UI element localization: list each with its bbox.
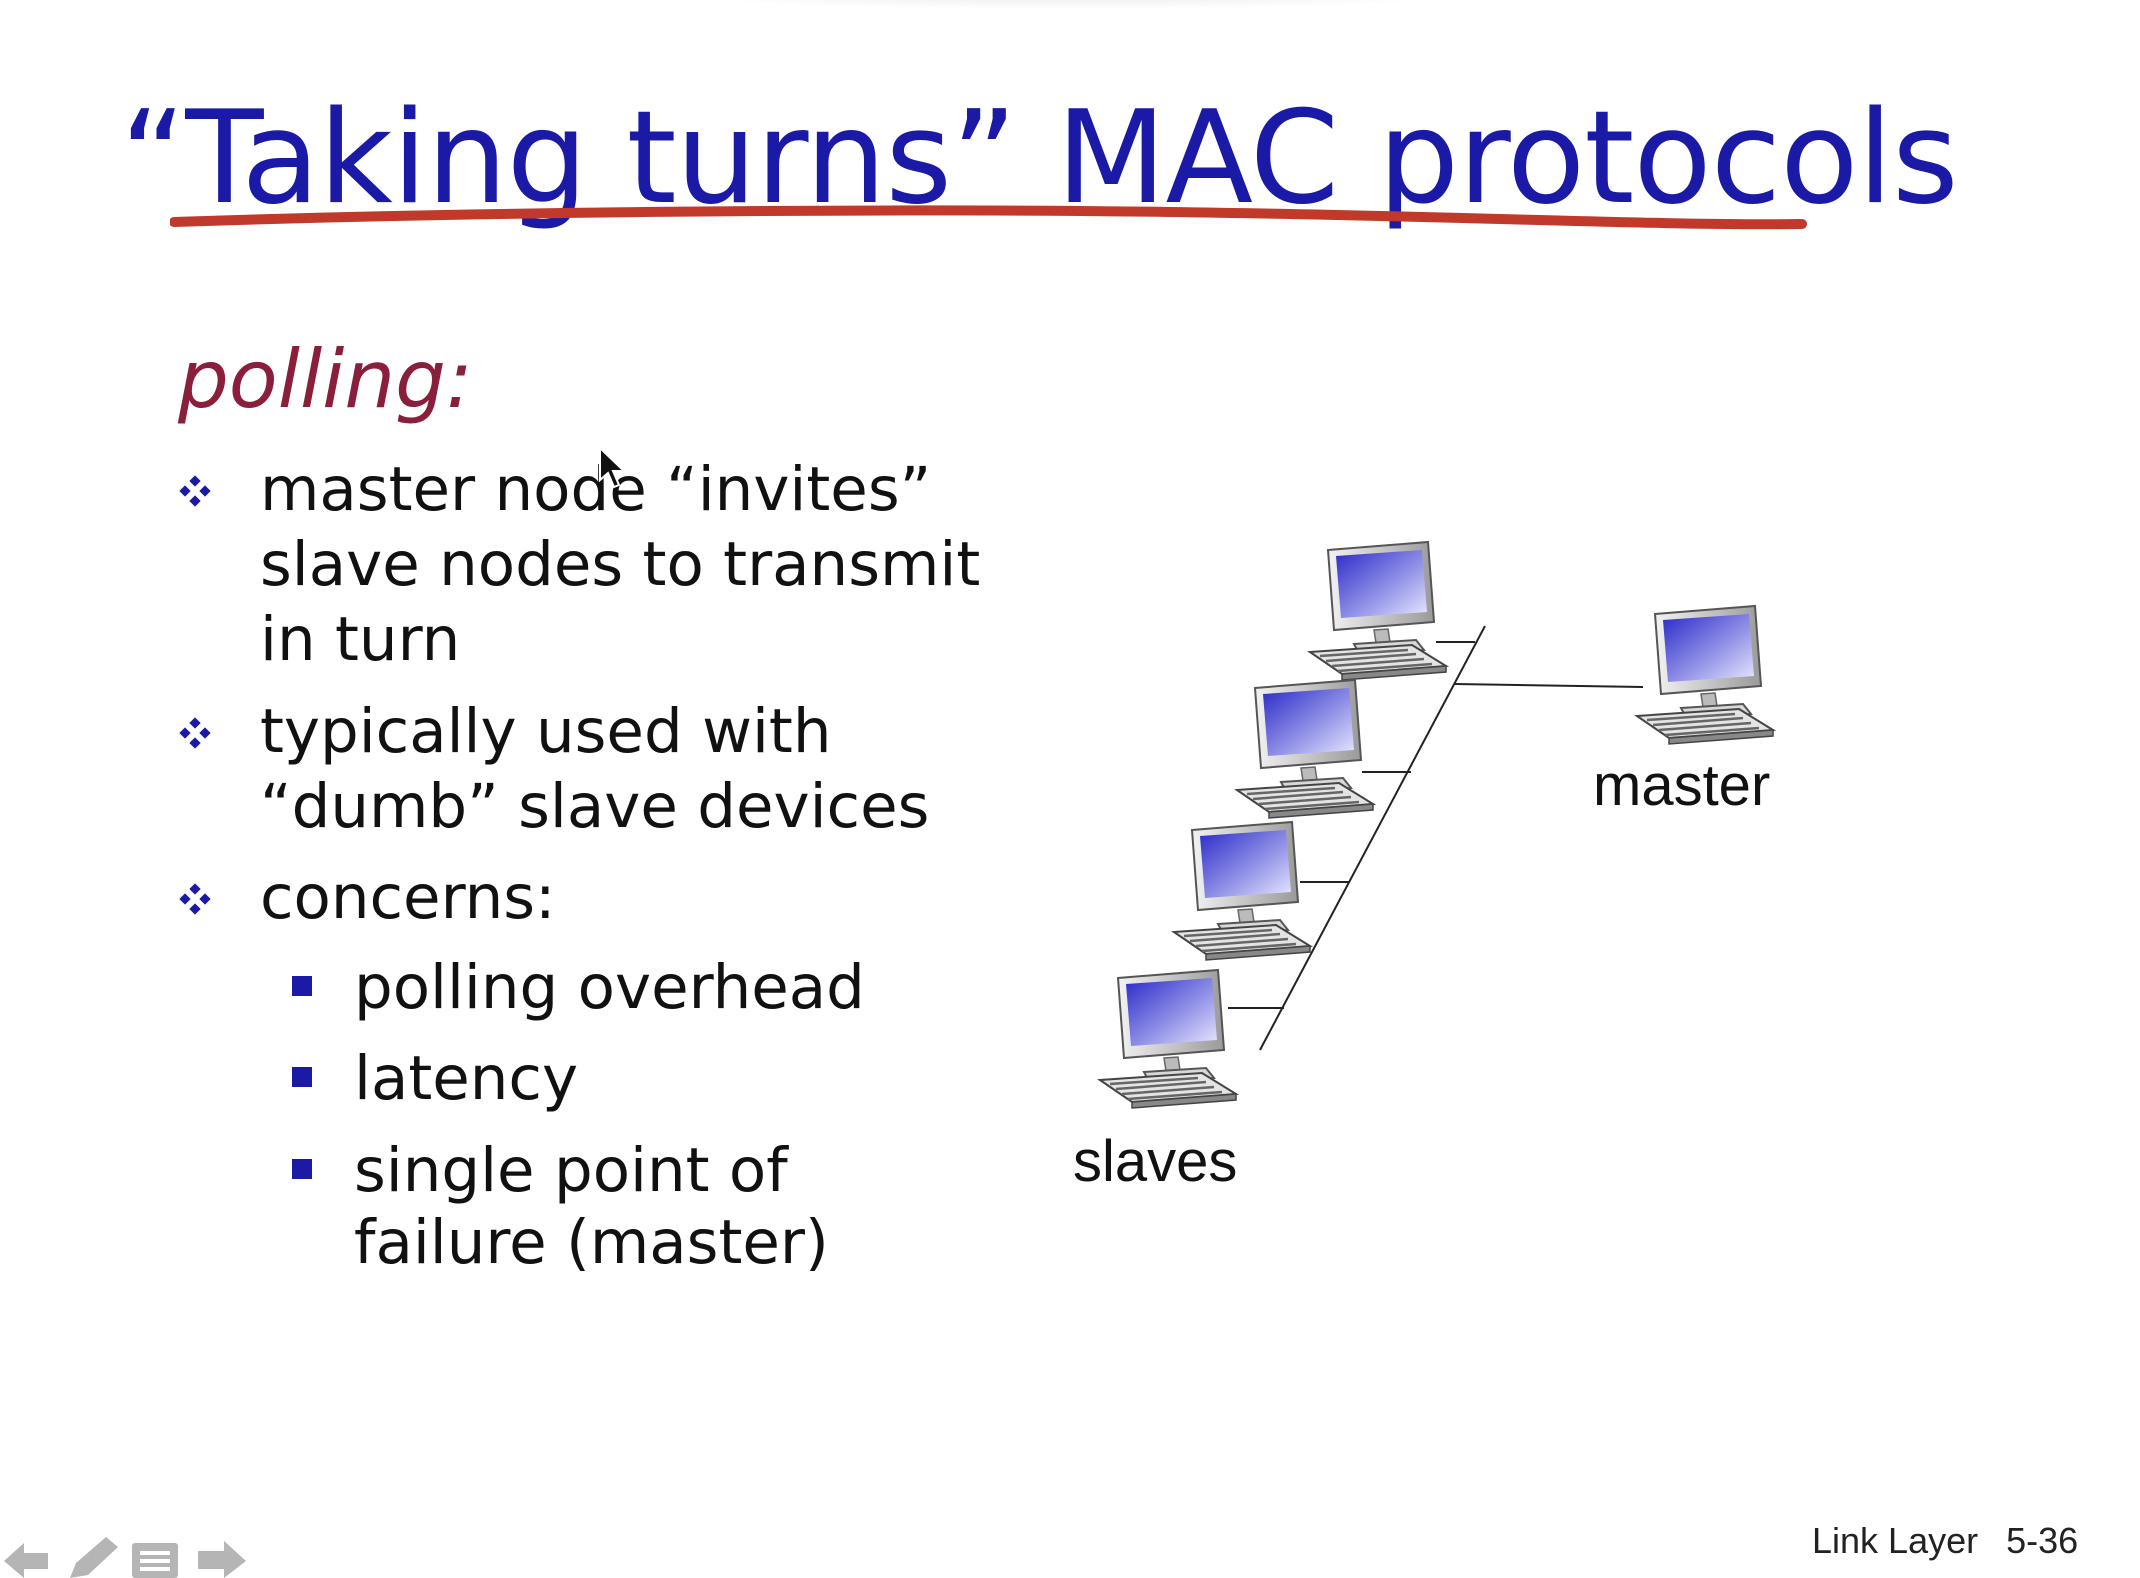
bullet-line: “dumb” slave devices	[260, 771, 930, 842]
slaves-label: slaves	[1073, 1129, 1238, 1194]
bullet-line: typically used with	[260, 696, 832, 767]
square-bullet-icon	[292, 976, 312, 996]
diamond-bullet-icon	[179, 475, 211, 507]
master-label: master	[1593, 753, 1771, 818]
polling-network-diagram	[1098, 540, 1775, 1110]
mouse-cursor-icon	[599, 446, 627, 489]
presentation-nav	[0, 1535, 260, 1578]
sub-bullet-line: latency	[354, 1043, 579, 1114]
footer-chapter: Link Layer	[1812, 1520, 1979, 1561]
sub-bullet-line: single point of	[354, 1135, 788, 1206]
pencil-icon[interactable]	[62, 1535, 122, 1578]
top-shadow	[640, 0, 1500, 10]
sub-bullet-text: single point of failure (master)	[354, 1135, 829, 1279]
sub-bullet-line: polling overhead	[354, 952, 865, 1023]
square-bullet-icon	[292, 1159, 312, 1179]
sub-bullet-text: polling overhead	[354, 952, 865, 1024]
bullet-text: concerns:	[260, 860, 556, 935]
slide-footer: Link Layer 5-36	[1812, 1520, 2078, 1562]
arrow-right-icon[interactable]	[194, 1535, 250, 1578]
bullet-line: concerns:	[260, 862, 556, 933]
slave-computer-icon	[1172, 820, 1312, 962]
sub-bullet-text: latency	[354, 1043, 578, 1115]
arrow-left-icon[interactable]	[0, 1535, 52, 1578]
bullet-line: in turn	[260, 604, 461, 675]
master-computer-icon	[1635, 604, 1775, 746]
slave-computer-icon	[1098, 968, 1238, 1110]
slide: “Taking turns” MAC protocols polling: ma…	[0, 0, 2140, 1578]
section-label: polling:	[178, 333, 473, 426]
slave-computer-icon	[1235, 678, 1375, 820]
square-bullet-icon	[292, 1067, 312, 1087]
diamond-bullet-icon	[179, 717, 211, 749]
sub-bullet-line: failure (master)	[354, 1207, 829, 1278]
menu-icon[interactable]	[130, 1535, 180, 1578]
slave-computer-icon	[1308, 540, 1448, 682]
title-underline	[170, 205, 1807, 230]
footer-page-number: 5-36	[2006, 1520, 2079, 1561]
diamond-bullet-icon	[179, 883, 211, 915]
bullet-line: slave nodes to transmit	[260, 529, 981, 600]
bullet-text: typically used with “dumb” slave devices	[260, 694, 929, 844]
